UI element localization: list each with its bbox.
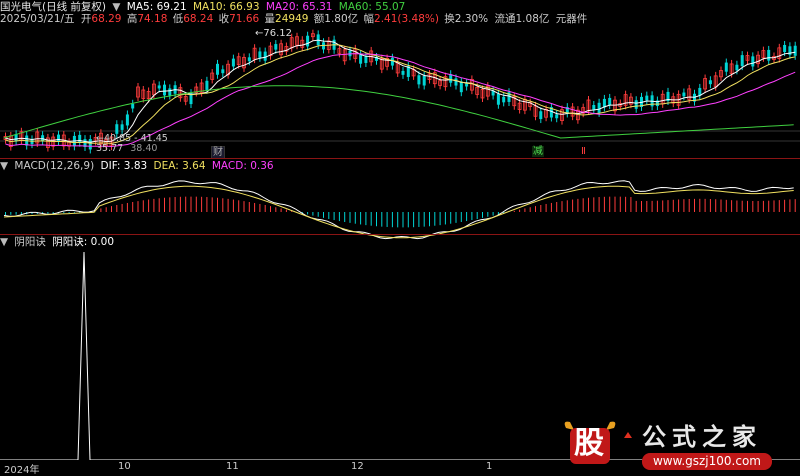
candle-body-down: [682, 92, 686, 97]
candle-body-down: [539, 111, 543, 120]
candle-body-down: [459, 81, 463, 93]
indicator-value: 阴阳诀: 0.00: [52, 236, 115, 248]
candle-body-down: [163, 84, 166, 96]
candle-body-down: [422, 75, 426, 86]
low-price-label-2: 35.77 38.40: [96, 143, 157, 154]
indicator-header: ▼ 阴阳诀 阴阳诀: 0.00: [0, 236, 117, 249]
candle-body-down: [793, 45, 797, 56]
candle-body-down: [465, 83, 469, 87]
panel-separator-1[interactable]: [0, 158, 800, 159]
panel-separator-2[interactable]: [0, 234, 800, 235]
candle-body-down: [41, 135, 45, 141]
event-marker[interactable]: Ⅱ: [581, 146, 586, 157]
candle-body-down: [417, 75, 421, 85]
candle-body-down: [221, 69, 225, 74]
candle-body-down: [247, 57, 251, 62]
candle-body-down: [783, 44, 787, 53]
time-axis-label-dec: 12: [351, 461, 364, 472]
candle-body-down: [157, 85, 161, 89]
time-axis-label-year: 2024年: [4, 465, 40, 476]
candle-body-down: [125, 114, 129, 126]
watermark-logo-char: 股: [574, 426, 604, 461]
kline-chart-canvas[interactable]: [0, 0, 800, 475]
candle-body-down: [454, 78, 458, 86]
candle-body-down: [496, 93, 500, 105]
candle-body-down: [645, 95, 649, 101]
candle-body-down: [306, 35, 310, 47]
peak-price-text: 76.12: [263, 28, 293, 39]
candle-body-down: [30, 139, 34, 145]
macd-header: ▼ MACD(12,26,9) DIF: 3.83 DEA: 3.64 MACD…: [0, 160, 277, 173]
candle-body-down: [502, 96, 506, 103]
time-axis-label-jan: 1: [486, 461, 493, 472]
watermark-url[interactable]: www.gszj100.com: [642, 453, 772, 470]
candle-body-down: [608, 97, 612, 106]
reduction-marker[interactable]: 减: [532, 146, 544, 157]
time-axis-label-oct: 10: [118, 461, 131, 472]
watermark-brand: 公式之家: [642, 422, 762, 451]
candle-body-down: [597, 102, 601, 113]
ma5-line: [5, 39, 796, 143]
candle-body-down: [88, 139, 92, 150]
macd-value: MACD: 0.36: [211, 160, 274, 172]
candle-body-down: [205, 80, 209, 90]
macd-title[interactable]: MACD(12,26,9): [14, 160, 94, 172]
candle-body-down: [274, 44, 278, 50]
candle-body-down: [708, 80, 712, 85]
macd-toggle-icon[interactable]: ▼: [0, 160, 8, 172]
candle-body-down: [258, 51, 262, 58]
peak-price-label: ←76.12: [255, 28, 292, 39]
candle-body-down: [751, 56, 755, 67]
candle-body-down: [231, 58, 235, 67]
candle-body-down: [724, 62, 728, 72]
indicator-toggle-icon[interactable]: ▼: [0, 236, 8, 248]
candle-body-down: [401, 70, 405, 75]
candle-body-down: [390, 57, 394, 66]
macd-dif: DIF: 3.83: [100, 160, 148, 172]
site-watermark: 股 公式之家 www.gszj100.com: [560, 418, 800, 475]
candle-body-down: [735, 64, 739, 71]
macd-dea: DEA: 3.64: [153, 160, 206, 172]
candle-body-down: [263, 51, 267, 61]
candle-body-down: [555, 114, 559, 119]
candle-body-down: [168, 88, 172, 96]
candle-body-down: [592, 105, 596, 110]
indicator-title[interactable]: 阴阳诀: [14, 236, 46, 248]
candle-body-down: [120, 124, 124, 130]
candle-body-down: [767, 49, 771, 61]
low-price-text-2: 35.77: [96, 143, 124, 154]
candle-body-down: [740, 55, 744, 67]
low-price-text-3: 38.40: [130, 143, 158, 154]
candle-body-down: [449, 74, 453, 83]
candle-body-down: [216, 63, 219, 75]
candle-body-down: [364, 56, 368, 63]
time-axis-label-nov: 11: [226, 461, 239, 472]
candle-body-down: [359, 54, 363, 64]
candle-body-down: [131, 103, 135, 109]
candle-body-down: [78, 134, 82, 143]
candle-body-down: [634, 100, 638, 109]
